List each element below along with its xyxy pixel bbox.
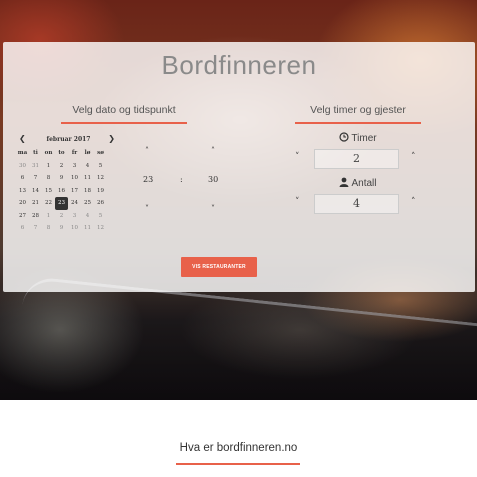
time-separator: :: [180, 175, 183, 184]
guests-label-text: Antall: [351, 178, 377, 189]
calendar-day[interactable]: 5: [94, 160, 107, 173]
calendar-week-row: 27 28 1 2 3 4 5: [16, 210, 107, 223]
calendar-month-label: februar 2017: [46, 136, 91, 143]
hour-increment-chevron-up-icon[interactable]: ˄: [145, 146, 149, 155]
calendar-day[interactable]: 24: [68, 197, 81, 210]
calendar-day[interactable]: 4: [81, 210, 94, 223]
guests-section-underline: [295, 122, 421, 124]
calendar-header: ❮ februar 2017 ❯: [16, 134, 121, 146]
calendar-day[interactable]: 8: [42, 172, 55, 185]
calendar-day[interactable]: 26: [94, 197, 107, 210]
minute-decrement-chevron-down-icon[interactable]: ˅: [211, 204, 215, 213]
info-heading-underline: [176, 463, 300, 465]
date-section-heading-text: Velg dato og tidspunkt: [72, 104, 176, 116]
guests-input[interactable]: 4: [314, 194, 399, 214]
weekday-label: fr: [71, 150, 78, 157]
weekday-label: lø: [84, 150, 91, 157]
calendar-day[interactable]: 21: [29, 197, 42, 210]
guests-decrement-chevron-down-icon[interactable]: ˅: [295, 197, 300, 207]
minute-value[interactable]: 30: [208, 175, 218, 184]
calendar-day[interactable]: 8: [42, 222, 55, 235]
calendar-day[interactable]: 31: [29, 160, 42, 173]
calendar-day[interactable]: 17: [68, 185, 81, 198]
calendar-day[interactable]: 18: [81, 185, 94, 198]
calendar-day[interactable]: 5: [94, 210, 107, 223]
hour-decrement-chevron-down-icon[interactable]: ˅: [145, 204, 149, 213]
hour-value[interactable]: 23: [143, 175, 153, 184]
info-heading: Hva er bordfinneren.no: [179, 442, 298, 454]
guests-section-heading: Velg timer og gjester: [295, 104, 421, 124]
calendar-day[interactable]: 11: [81, 222, 94, 235]
calendar-day[interactable]: 20: [16, 197, 29, 210]
calendar-day[interactable]: 9: [55, 222, 68, 235]
calendar-day[interactable]: 10: [68, 222, 81, 235]
chevron-right-icon[interactable]: ❯: [108, 134, 115, 143]
calendar-day[interactable]: 13: [16, 185, 29, 198]
calendar-day[interactable]: 6: [16, 222, 29, 235]
calendar-day[interactable]: 12: [94, 172, 107, 185]
user-icon: [339, 177, 349, 190]
calendar-day[interactable]: 7: [29, 172, 42, 185]
search-panel: Bordfinneren Velg dato og tidspunkt Velg…: [3, 42, 475, 292]
calendar-day[interactable]: 10: [68, 172, 81, 185]
calendar-day[interactable]: 7: [29, 222, 42, 235]
calendar-day[interactable]: 2: [55, 210, 68, 223]
hours-decrement-chevron-down-icon[interactable]: ˅: [295, 152, 300, 162]
weekday-label: ti: [33, 150, 38, 157]
date-section-underline: [61, 122, 187, 124]
calendar-week-row: 6 7 8 9 10 11 12: [16, 172, 107, 185]
calendar-weekday-row: ma ti on to fr lø sø: [16, 147, 107, 160]
hours-label: Timer: [308, 132, 408, 145]
calendar-day[interactable]: 9: [55, 172, 68, 185]
clock-icon: [339, 132, 350, 145]
calendar-day[interactable]: 28: [29, 210, 42, 223]
calendar-day[interactable]: 1: [42, 210, 55, 223]
calendar-day[interactable]: 16: [55, 185, 68, 198]
calendar-day-selected[interactable]: 23: [55, 197, 68, 210]
calendar-day[interactable]: 15: [42, 185, 55, 198]
show-restaurants-button[interactable]: VIS RESTAURANTER: [181, 257, 257, 277]
weekday-label: sø: [97, 150, 104, 157]
weekday-label: ma: [17, 150, 28, 157]
calendar-day[interactable]: 12: [94, 222, 107, 235]
calendar-day[interactable]: 30: [16, 160, 29, 173]
weekday-label: on: [44, 150, 53, 157]
hours-increment-chevron-up-icon[interactable]: ˄: [411, 152, 416, 162]
calendar-day[interactable]: 11: [81, 172, 94, 185]
calendar-week-row: 20 21 22 23 24 25 26: [16, 197, 107, 210]
calendar-day[interactable]: 3: [68, 160, 81, 173]
calendar-week-row: 30 31 1 2 3 4 5: [16, 160, 107, 173]
calendar-day[interactable]: 3: [68, 210, 81, 223]
calendar-day[interactable]: 19: [94, 185, 107, 198]
page-title: Bordfinneren: [161, 50, 317, 80]
calendar-day[interactable]: 4: [81, 160, 94, 173]
calendar-day[interactable]: 14: [29, 185, 42, 198]
hours-label-text: Timer: [351, 133, 377, 144]
minute-increment-chevron-up-icon[interactable]: ˄: [211, 146, 215, 155]
calendar-day[interactable]: 27: [16, 210, 29, 223]
guests-section-heading-text: Velg timer og gjester: [310, 104, 406, 116]
calendar-day[interactable]: 22: [42, 197, 55, 210]
date-calendar: ❮ februar 2017 ❯ ma ti on to fr lø sø 30: [16, 134, 121, 235]
date-section-heading: Velg dato og tidspunkt: [61, 104, 187, 124]
guests-label: Antall: [308, 177, 408, 190]
calendar-day[interactable]: 2: [55, 160, 68, 173]
guests-increment-chevron-up-icon[interactable]: ˄: [411, 197, 416, 207]
calendar-week-row: 13 14 15 16 17 18 19: [16, 185, 107, 198]
weekday-label: to: [58, 150, 65, 157]
hours-input[interactable]: 2: [314, 149, 399, 169]
calendar-day[interactable]: 25: [81, 197, 94, 210]
calendar-day[interactable]: 6: [16, 172, 29, 185]
calendar-grid: ma ti on to fr lø sø 30 31 1 2 3 4 5 6 7…: [16, 147, 107, 235]
calendar-week-row: 6 7 8 9 10 11 12: [16, 222, 107, 235]
calendar-day[interactable]: 1: [42, 160, 55, 173]
